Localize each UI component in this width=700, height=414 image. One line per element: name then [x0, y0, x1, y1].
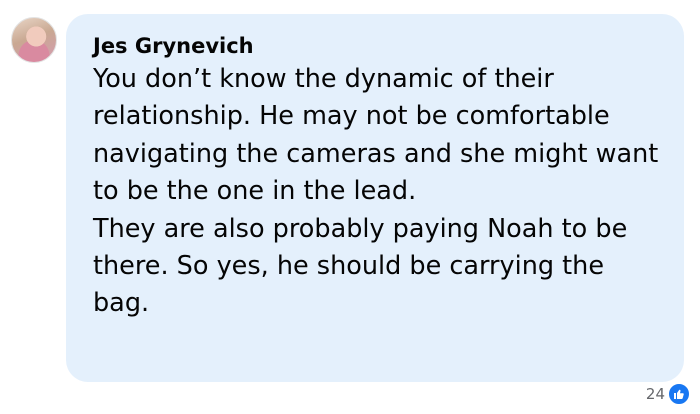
comment-body: You don’t know the dynamic of their rela… — [93, 61, 660, 323]
like-icon — [668, 383, 690, 405]
comment-bubble: Jes Grynevich You don’t know the dynamic… — [66, 14, 684, 382]
reaction-count: 24 — [645, 385, 665, 403]
reaction-summary[interactable]: 24 — [646, 383, 690, 405]
comment-paragraph: They are also probably paying Noah to be… — [93, 213, 628, 319]
avatar[interactable] — [11, 17, 57, 63]
comment-author[interactable]: Jes Grynevich — [93, 33, 660, 59]
comment-paragraph: You don’t know the dynamic of their rela… — [93, 64, 659, 207]
